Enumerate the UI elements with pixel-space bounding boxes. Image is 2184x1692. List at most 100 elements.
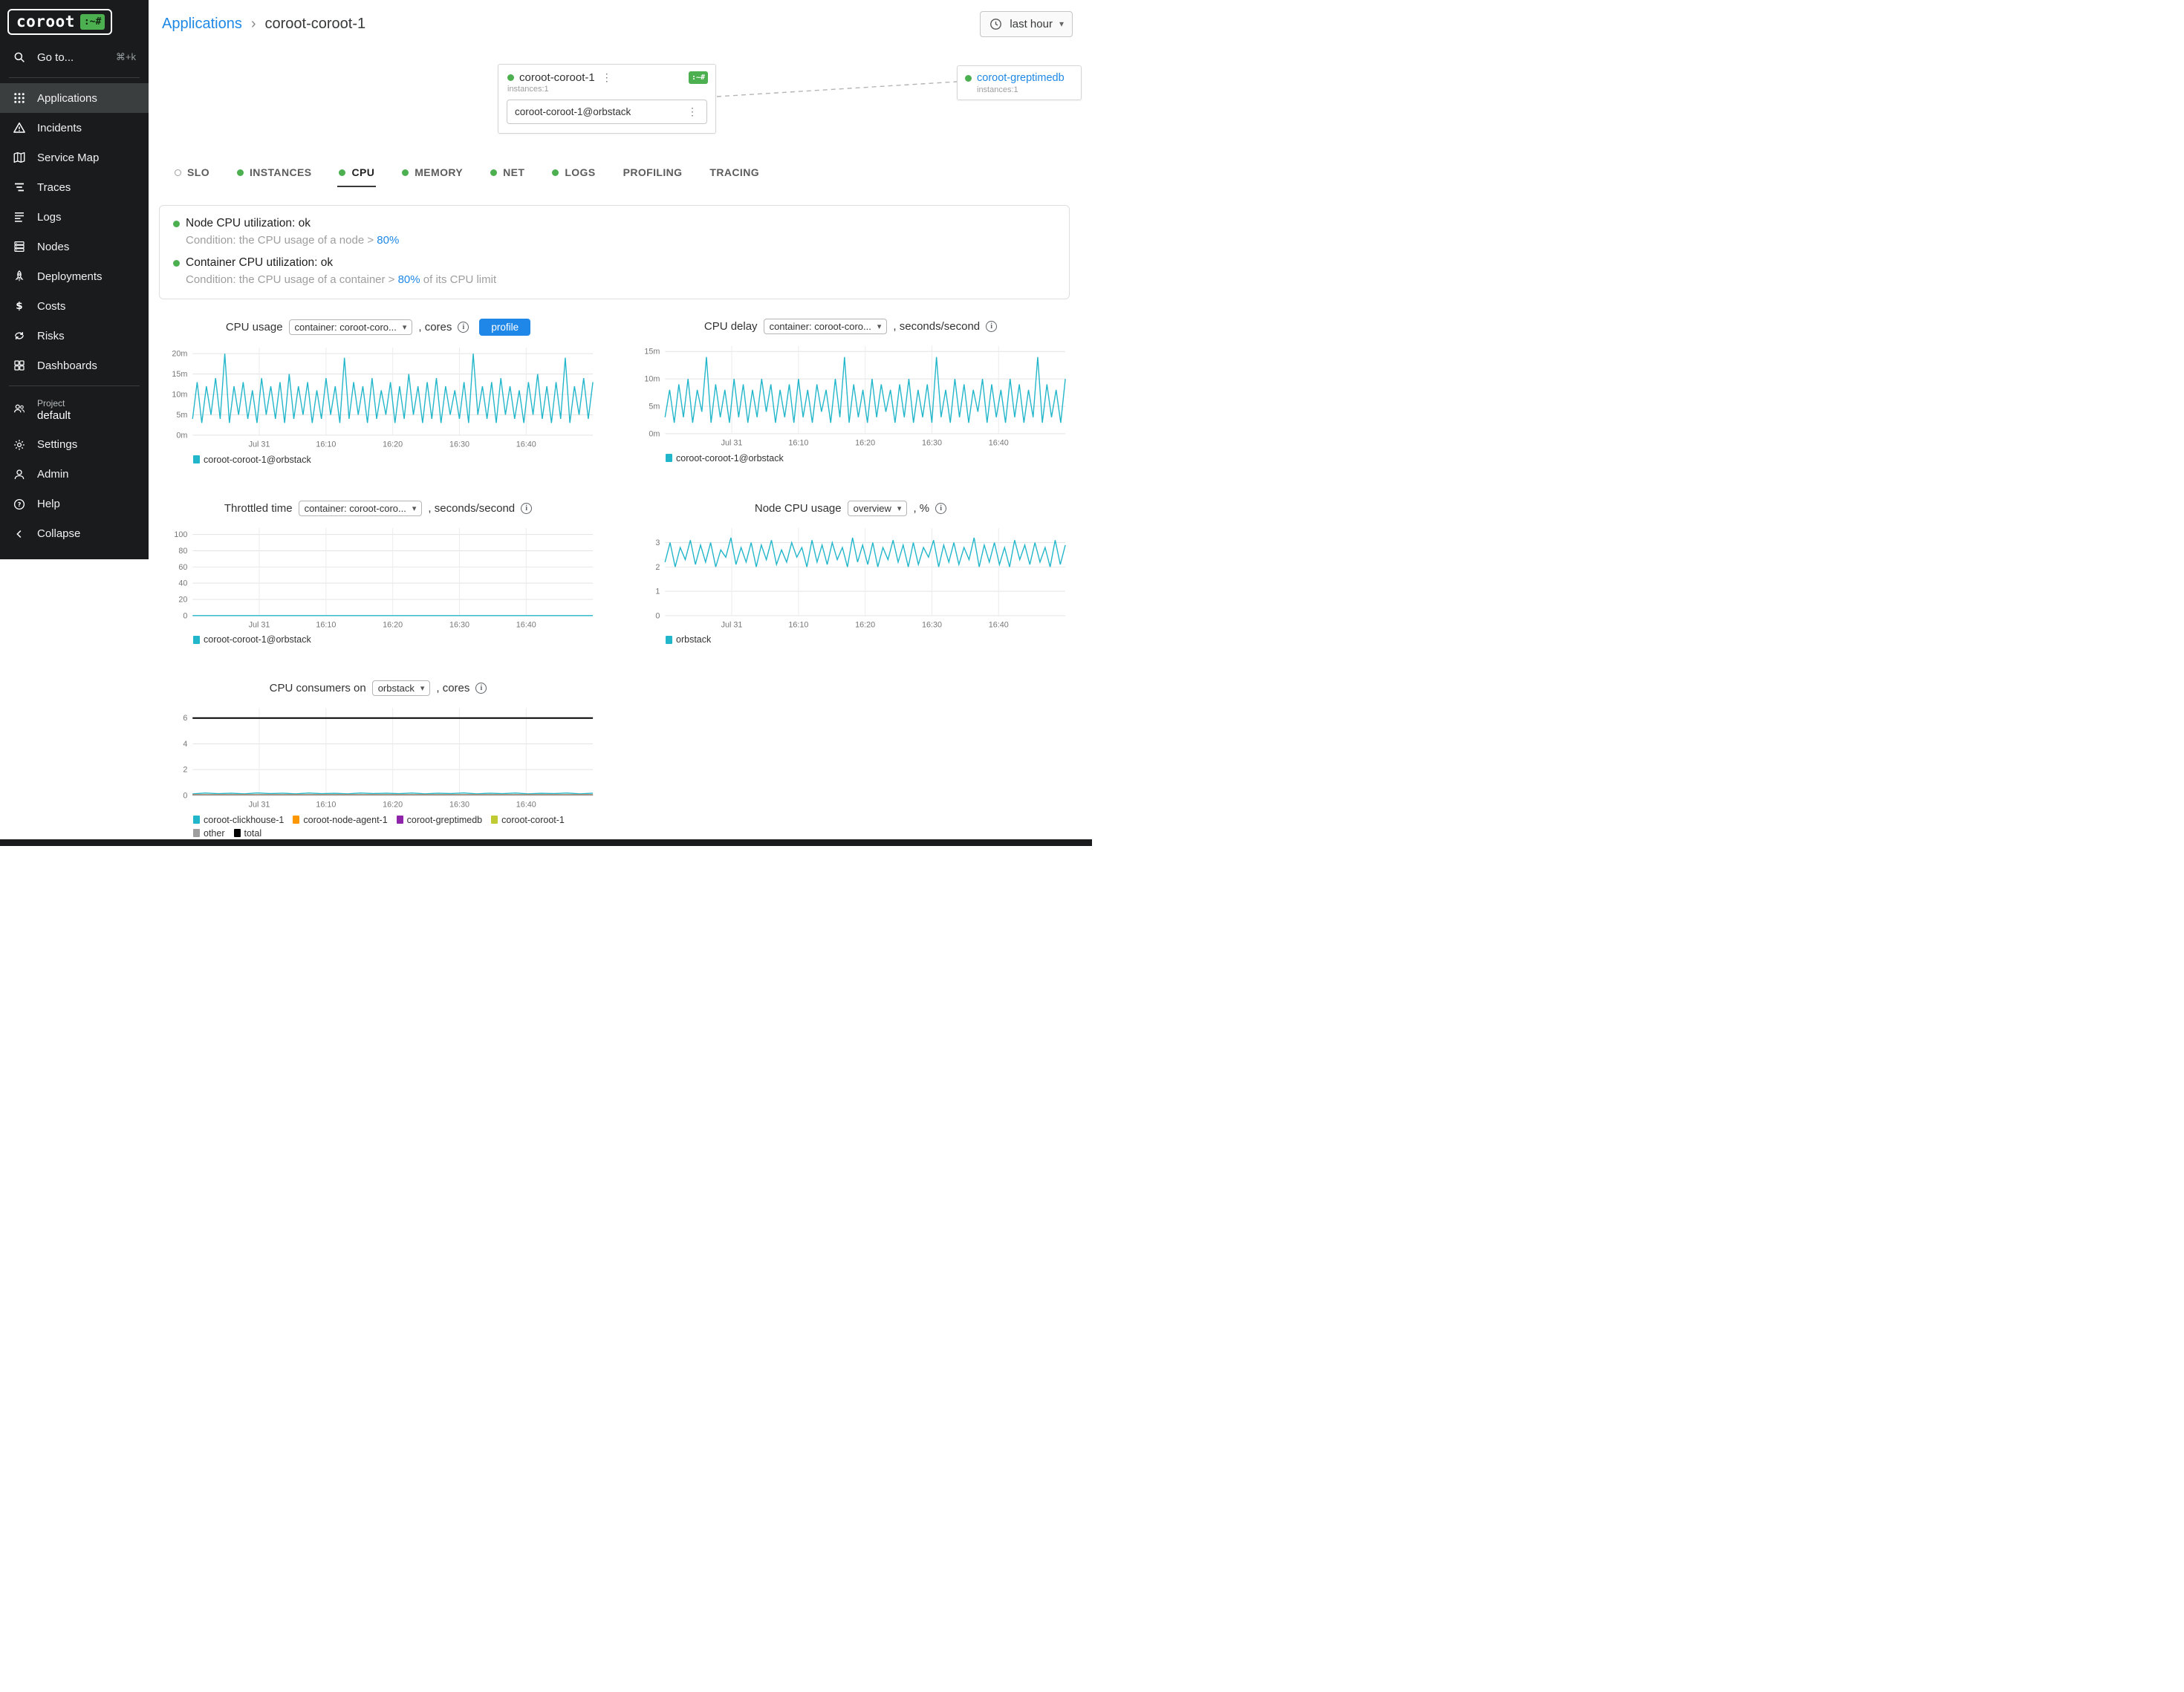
chevron-left-icon (13, 527, 26, 541)
svg-text:16:10: 16:10 (316, 620, 336, 629)
chart-plot: 0m5m10m15mJul 3116:1016:2016:3016:40 (631, 340, 1070, 450)
tab-profiling[interactable]: PROFILING (622, 160, 684, 187)
svg-text:16:30: 16:30 (449, 620, 469, 629)
tab-label: TRACING (709, 166, 759, 178)
goto-search[interactable]: Go to... ⌘+k (0, 42, 149, 72)
tab-cpu[interactable]: CPU (337, 160, 376, 187)
legend-item: coroot-coroot-1 (491, 815, 565, 825)
kebab-menu-icon[interactable]: ⋮ (686, 105, 699, 118)
svg-text:16:40: 16:40 (516, 440, 536, 449)
tab-logs[interactable]: LOGS (550, 160, 597, 187)
svg-text:80: 80 (178, 546, 187, 555)
breadcrumb-applications-link[interactable]: Applications (162, 16, 242, 33)
sidebar-item-help[interactable]: ? Help (0, 489, 149, 519)
selector-value: overview (854, 503, 891, 514)
legend-label: coroot-coroot-1@orbstack (204, 455, 311, 465)
tab-label: PROFILING (623, 166, 683, 178)
tab-label: NET (503, 166, 524, 178)
condition-text: Condition: the CPU usage of a container … (186, 273, 398, 286)
tab-tracing[interactable]: TRACING (708, 160, 761, 187)
project-label: Project (37, 398, 71, 409)
sidebar-item-nodes[interactable]: Nodes (0, 232, 149, 261)
threshold-link[interactable]: 80% (398, 273, 420, 286)
sidebar-item-costs[interactable]: $ Costs (0, 291, 149, 321)
info-icon[interactable]: i (521, 503, 532, 514)
sidebar-collapse-button[interactable]: Collapse (0, 519, 149, 549)
info-icon[interactable]: i (935, 503, 946, 514)
project-name: default (37, 409, 71, 423)
peer-node-card[interactable]: coroot-greptimedb instances:1 (957, 65, 1082, 100)
svg-text:16:40: 16:40 (516, 620, 536, 629)
chart-node-cpu-usage: Node CPU usage overview ▾ , % i 0123Jul … (631, 501, 1070, 645)
check-node-cpu: Node CPU utilization: ok Condition: the … (173, 217, 1056, 247)
tab-memory[interactable]: MEMORY (400, 160, 464, 187)
chart-header: CPU consumers on orbstack ▾ , cores i (159, 680, 597, 696)
chart-legend: coroot-coroot-1@orbstack (631, 453, 1070, 463)
tab-net[interactable]: NET (489, 160, 526, 187)
sidebar-item-dashboards[interactable]: Dashboards (0, 351, 149, 380)
check-title-row: Container CPU utilization: ok (173, 256, 1056, 270)
svg-text:16:20: 16:20 (383, 440, 403, 449)
svg-text:15m: 15m (644, 348, 660, 357)
tab-label: CPU (351, 166, 374, 178)
series-selector[interactable]: orbstack ▾ (372, 680, 431, 696)
instance-chip[interactable]: coroot-coroot-1@orbstack ⋮ (507, 100, 707, 124)
legend-item: coroot-greptimedb (397, 815, 482, 825)
svg-text:0m: 0m (176, 431, 187, 440)
series-selector[interactable]: container: coroot-coro... ▾ (764, 319, 888, 334)
coroot-logo[interactable]: coroot :~# (0, 0, 149, 42)
selector-value: container: coroot-coro... (770, 321, 871, 332)
profile-button[interactable]: profile (479, 319, 530, 336)
logo-badge: :~# (80, 14, 105, 30)
bottom-edge-bar (0, 839, 1092, 846)
series-selector[interactable]: container: coroot-coro... ▾ (289, 319, 413, 335)
legend-swatch (293, 816, 299, 824)
sidebar-item-risks[interactable]: Risks (0, 321, 149, 351)
legend-item: other (193, 828, 225, 839)
status-dot (175, 169, 181, 176)
svg-text:Jul 31: Jul 31 (249, 620, 270, 629)
svg-text:0: 0 (655, 611, 660, 620)
sidebar-item-label: Nodes (37, 241, 69, 253)
svg-text:60: 60 (178, 562, 187, 571)
info-icon[interactable]: i (475, 683, 487, 694)
legend-swatch (193, 636, 200, 644)
breadcrumb-current: coroot-coroot-1 (265, 16, 366, 33)
sidebar-item-deployments[interactable]: Deployments (0, 261, 149, 291)
check-title-row: Node CPU utilization: ok (173, 217, 1056, 230)
sidebar-item-applications[interactable]: Applications (0, 83, 149, 113)
svg-text:16:20: 16:20 (855, 620, 875, 629)
goto-shortcut: ⌘+k (116, 51, 136, 63)
peer-node-link[interactable]: coroot-greptimedb (977, 72, 1065, 84)
tab-slo[interactable]: SLO (173, 160, 211, 187)
sidebar-item-admin[interactable]: Admin (0, 460, 149, 489)
sidebar-item-traces[interactable]: Traces (0, 172, 149, 202)
sidebar-item-logs[interactable]: Logs (0, 202, 149, 232)
svg-text:0: 0 (183, 611, 187, 620)
sidebar-item-label: Settings (37, 438, 77, 451)
series-selector[interactable]: overview ▾ (848, 501, 908, 516)
svg-text:20m: 20m (172, 350, 187, 359)
tab-instances[interactable]: INSTANCES (235, 160, 313, 187)
traces-icon (13, 180, 26, 194)
sidebar-item-incidents[interactable]: Incidents (0, 113, 149, 143)
app-node-card[interactable]: coroot-coroot-1 ⋮ :~# instances:1 coroot… (498, 64, 716, 134)
time-range-picker[interactable]: last hour ▾ (980, 11, 1073, 37)
status-dot (490, 169, 497, 176)
kebab-menu-icon[interactable]: ⋮ (600, 71, 614, 84)
sidebar-item-settings[interactable]: Settings (0, 430, 149, 460)
project-selector[interactable]: Project default (0, 391, 149, 430)
check-title: Container CPU utilization: ok (186, 256, 333, 270)
svg-text:20: 20 (178, 595, 187, 604)
info-icon[interactable]: i (458, 322, 469, 333)
threshold-link[interactable]: 80% (377, 234, 399, 247)
chevron-down-icon: ▾ (412, 504, 417, 513)
info-icon[interactable]: i (986, 321, 997, 332)
status-dot (173, 260, 180, 267)
series-selector[interactable]: container: coroot-coro... ▾ (299, 501, 423, 516)
sidebar-item-service-map[interactable]: Service Map (0, 143, 149, 172)
legend-swatch (666, 636, 672, 644)
legend-item: coroot-coroot-1@orbstack (193, 455, 311, 465)
svg-text:3: 3 (655, 538, 660, 547)
chart-title: CPU consumers on (270, 682, 366, 694)
